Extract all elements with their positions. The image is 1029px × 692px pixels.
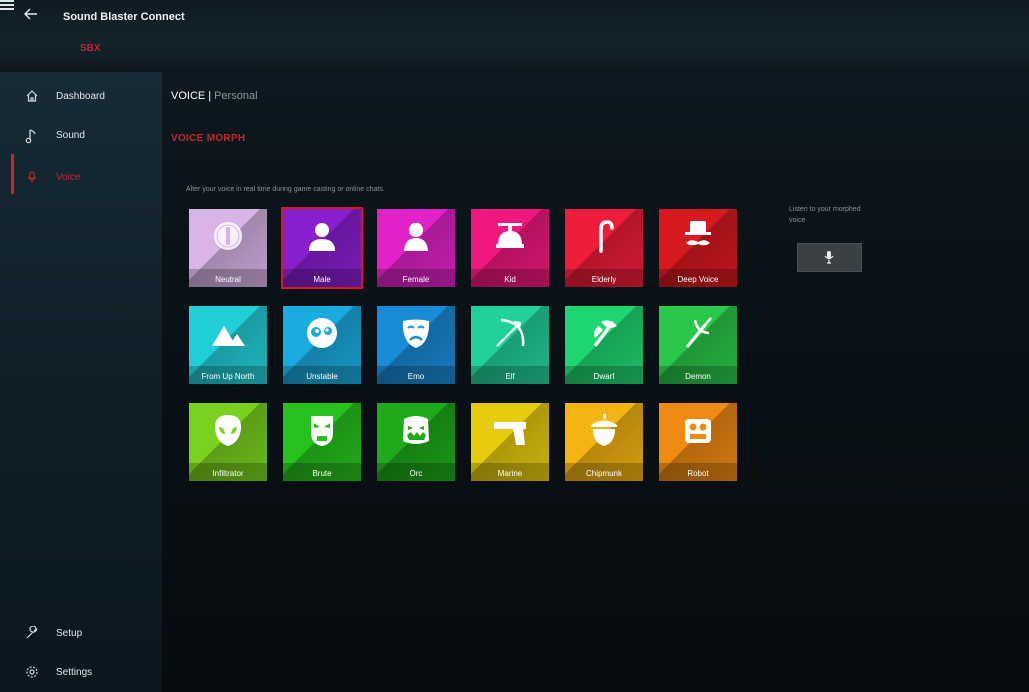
voice-preset-tile[interactable]: Male <box>281 207 363 289</box>
bow-arrow-icon <box>496 318 525 347</box>
breadcrumb-page: Personal <box>214 90 258 102</box>
brute-mask-icon <box>311 416 333 446</box>
listen-hint-text: Listen to your morphed voice <box>789 206 861 224</box>
female-icon <box>404 222 428 251</box>
voice-preset-tile[interactable]: Infiltrator <box>189 403 267 481</box>
voice-preset-label: Neutral <box>215 275 241 284</box>
breadcrumb: VOICE | Personal <box>171 90 258 102</box>
axe-icon <box>593 320 617 348</box>
voice-preset-tile[interactable]: Deep Voice <box>659 209 737 287</box>
sidebar-item-dashboard[interactable]: Dashboard <box>0 82 162 114</box>
active-indicator <box>11 154 14 194</box>
sidebar-item-settings[interactable]: Settings <box>0 658 162 690</box>
voice-preset-label: From Up North <box>201 372 255 381</box>
voice-preset-tile[interactable]: Orc <box>377 403 455 481</box>
voice-preset-label: Elf <box>505 372 515 381</box>
crazy-eyes-icon <box>307 318 337 348</box>
mountains-icon <box>212 326 245 346</box>
voice-preset-tile[interactable]: Elf <box>471 306 549 384</box>
voice-preset-tile[interactable]: Kid <box>471 209 549 287</box>
voice-preset-label: Demon <box>685 372 711 381</box>
music-note-icon <box>24 128 40 144</box>
propeller-hat-icon <box>496 223 524 248</box>
voice-preset-tile[interactable]: Female <box>377 209 455 287</box>
voice-preset-label: Chipmunk <box>585 469 622 478</box>
neutral-icon <box>214 222 242 250</box>
sidebar-item-label: Voice <box>56 172 81 183</box>
sidebar: Dashboard Sound Voice Setup Settings <box>0 72 162 692</box>
drama-mask-icon <box>402 319 430 348</box>
sidebar-item-label: Sound <box>56 130 85 141</box>
sidebar-item-sound[interactable]: Sound <box>0 121 162 153</box>
voice-preset-tile[interactable]: Brute <box>283 403 361 481</box>
home-icon <box>24 89 40 105</box>
pistol-icon <box>494 422 526 445</box>
alien-icon <box>214 415 242 446</box>
voice-preset-tile[interactable]: Dwarf <box>565 306 643 384</box>
acorn-icon <box>591 414 617 446</box>
voice-preset-tile[interactable]: Marine <box>471 403 549 481</box>
device-name[interactable]: SBX <box>80 43 101 54</box>
hamburger-menu-icon[interactable] <box>0 0 14 10</box>
voice-preset-tile[interactable]: From Up North <box>189 306 267 384</box>
sidebar-item-label: Dashboard <box>56 91 105 102</box>
description-text: Alter your voice in real time during gam… <box>186 186 385 193</box>
breadcrumb-section[interactable]: VOICE <box>171 90 205 102</box>
voice-preset-label: Infiltrator <box>212 469 244 478</box>
voice-preset-tile[interactable]: Robot <box>659 403 737 481</box>
voice-preset-label: Male <box>313 275 331 284</box>
gear-icon <box>24 665 40 681</box>
voice-preset-tile[interactable]: Emo <box>377 306 455 384</box>
voice-preset-label: Unstable <box>306 372 338 381</box>
voice-preset-label: Marine <box>497 469 523 478</box>
app-title: Sound Blaster Connect <box>63 11 185 23</box>
sidebar-item-voice[interactable]: Voice <box>0 163 162 195</box>
cane-icon <box>599 220 614 253</box>
trident-icon <box>685 317 712 348</box>
voice-preset-label: Elderly <box>591 275 617 284</box>
listen-microphone-button[interactable] <box>797 243 862 272</box>
breadcrumb-separator: | <box>208 90 212 102</box>
voice-preset-tile[interactable]: Elderly <box>565 209 643 287</box>
voice-preset-label: Emo <box>407 372 425 381</box>
microphone-icon <box>824 251 834 264</box>
voice-preset-label: Female <box>402 275 430 284</box>
voice-preset-tile[interactable]: Chipmunk <box>565 403 643 481</box>
voice-preset-label: Dwarf <box>593 372 615 381</box>
sidebar-item-label: Settings <box>56 667 93 678</box>
voice-preset-tile[interactable]: Demon <box>659 306 737 384</box>
mustache-hat-icon <box>685 221 711 246</box>
robot-head-icon <box>685 419 711 443</box>
voice-preset-label: Robot <box>687 469 709 478</box>
voice-preset-label: Orc <box>409 469 423 478</box>
wrench-icon <box>24 625 40 642</box>
male-icon <box>309 223 335 251</box>
sidebar-item-setup[interactable]: Setup <box>0 619 162 651</box>
voice-preset-label: Brute <box>312 469 332 478</box>
voice-preset-tile[interactable]: Unstable <box>283 306 361 384</box>
microphone-icon <box>24 170 40 186</box>
section-title: VOICE MORPH <box>171 133 246 144</box>
back-arrow-icon[interactable] <box>24 8 38 24</box>
voice-preset-label: Kid <box>504 275 516 284</box>
sidebar-item-label: Setup <box>56 628 83 639</box>
voice-preset-tile[interactable]: Neutral <box>189 209 267 287</box>
voice-preset-label: Deep Voice <box>677 275 719 284</box>
title-bar: Sound Blaster Connect SBX <box>0 0 1029 72</box>
main-content: VOICE | Personal VOICE MORPH Alter your vo… <box>162 72 1029 692</box>
orc-face-icon <box>403 416 429 444</box>
